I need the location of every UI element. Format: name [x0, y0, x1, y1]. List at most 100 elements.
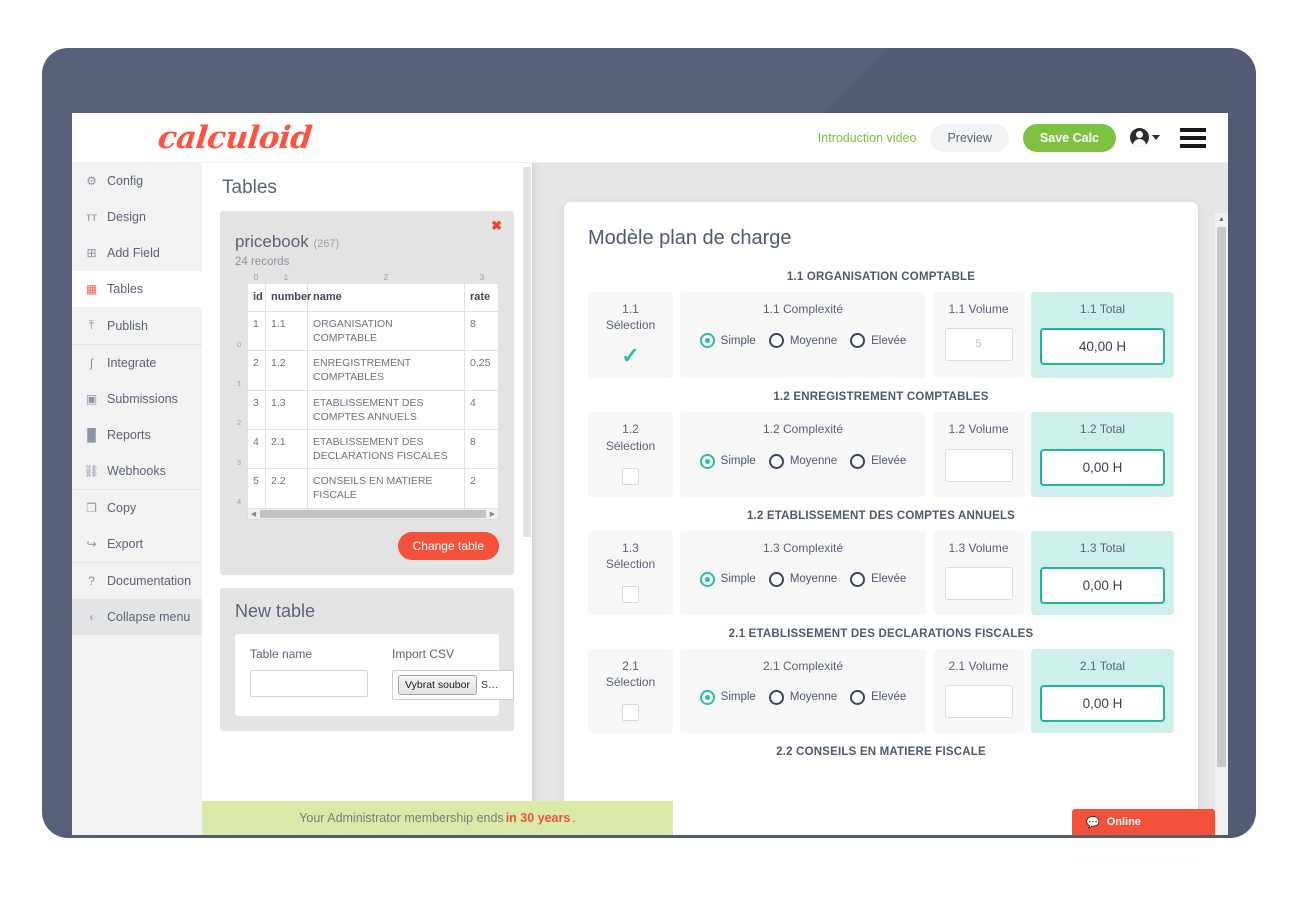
table-cell-name[interactable]: ETABLISSEMENT DES COMPTES ANNUELS: [307, 389, 465, 430]
radio-button-icon[interactable]: [850, 453, 866, 469]
scrollbar-thumb[interactable]: [1217, 227, 1226, 767]
radio-button-icon[interactable]: [850, 333, 866, 349]
choose-file-button[interactable]: Vybrat soubor: [398, 674, 477, 695]
table-cell-id[interactable]: 5: [247, 468, 266, 509]
table-name: pricebook (267): [235, 232, 499, 252]
table-cell-number[interactable]: 2.2: [265, 468, 308, 509]
radio-option-moyenne[interactable]: Moyenne: [768, 453, 837, 469]
sidebar-item-webhooks[interactable]: ⛓ Webhooks: [72, 453, 202, 490]
table-cell-rate[interactable]: 8: [464, 428, 499, 470]
scroll-left-icon[interactable]: ◀: [248, 510, 259, 518]
radio-option-elevée[interactable]: Elevée: [850, 453, 906, 469]
hamburger-menu-icon[interactable]: [1180, 127, 1206, 148]
radio-button-icon[interactable]: [768, 571, 784, 587]
table-cell-name[interactable]: ORGANISATION COMPTABLE: [307, 310, 465, 352]
table-cell-rate[interactable]: 4: [464, 389, 499, 430]
save-calc-button[interactable]: Save Calc: [1022, 123, 1116, 152]
table-row[interactable]: 1 1.1 ORGANISATION COMPTABLE 8: [247, 310, 499, 352]
table-cell-rate[interactable]: 2: [464, 468, 499, 509]
volume-input[interactable]: 5: [944, 328, 1013, 362]
table-cell-id[interactable]: 3: [247, 389, 266, 430]
chat-bubble-icon: 💬: [1086, 816, 1100, 829]
table-cell-id[interactable]: 2: [247, 350, 266, 391]
checkbox-input[interactable]: [622, 585, 639, 603]
sidebar-item-documentation[interactable]: ? Documentation: [72, 563, 202, 599]
sidebar-item-add-field[interactable]: ⊞ Add Field: [72, 235, 202, 271]
checkbox-input[interactable]: [622, 467, 639, 485]
radio-option-simple[interactable]: Simple: [699, 689, 756, 705]
table-row[interactable]: 5 2.2 CONSEILS EN MATIERE FISCALE 2: [247, 468, 499, 509]
table-cell-rate[interactable]: 8: [464, 310, 499, 352]
radio-option-elevée[interactable]: Elevée: [850, 689, 906, 705]
radio-option-elevée[interactable]: Elevée: [850, 333, 906, 349]
section-heading: 2.1 ETABLISSEMENT DES DECLARATIONS FISCA…: [728, 627, 1034, 640]
table-cell-name[interactable]: CONSEILS EN MATIERE FISCALE: [307, 468, 465, 509]
radio-label: Simple: [720, 573, 756, 586]
radio-option-moyenne[interactable]: Moyenne: [768, 689, 837, 705]
table-cell-name[interactable]: ENREGISTREMENT COMPTABLES: [307, 350, 465, 391]
sidebar-item-tables[interactable]: ▦ Tables: [72, 271, 202, 307]
preview-button[interactable]: Preview: [930, 123, 1009, 152]
scrollbar-thumb[interactable]: [523, 167, 531, 537]
volume-input[interactable]: [944, 566, 1013, 600]
sidebar-item-reports[interactable]: █ Reports: [72, 417, 202, 453]
table-cell-id[interactable]: 1: [247, 310, 266, 352]
table-cell-name[interactable]: ETABLISSEMENT DES DECLARATIONS FISCALES: [307, 428, 465, 470]
checkbox-input[interactable]: [622, 704, 639, 722]
table-cell-id[interactable]: 4: [247, 428, 266, 470]
scroll-right-icon[interactable]: ▶: [487, 510, 498, 518]
sidebar-item-submissions[interactable]: ▣ Submissions: [72, 381, 202, 417]
volume-input[interactable]: [944, 684, 1013, 718]
table-row[interactable]: 4 2.1 ETABLISSEMENT DES DECLARATIONS FISCA…: [247, 428, 499, 470]
sidebar-item-export[interactable]: ↪ Export: [72, 526, 202, 563]
table-name-input[interactable]: [250, 669, 368, 697]
table-cell-rate[interactable]: 0.25: [464, 350, 499, 391]
sidebar-item-publish[interactable]: ⤒ Publish: [72, 307, 202, 345]
sidebar-item-integrate[interactable]: ʃ Integrate: [72, 345, 202, 381]
radio-option-moyenne[interactable]: Moyenne: [768, 571, 837, 587]
table-row[interactable]: 2 1.2 ENREGISTREMENT COMPTABLES 0.25: [247, 350, 499, 391]
sidebar-item-copy[interactable]: ❐ Copy: [72, 490, 202, 526]
radio-button-icon[interactable]: [699, 571, 715, 587]
volume-input[interactable]: [944, 448, 1013, 482]
change-table-button[interactable]: Change table: [397, 531, 499, 560]
radio-button-icon[interactable]: [850, 571, 866, 587]
table-cell-number[interactable]: 1.3: [265, 389, 308, 430]
chat-widget[interactable]: 💬 Online: [1072, 809, 1215, 835]
radio-button-icon[interactable]: [699, 453, 715, 469]
selection-cell: 1.3 Sélection: [588, 530, 673, 615]
sidebar-item-design[interactable]: ᴛᴛ Design: [72, 199, 202, 235]
horizontal-scrollbar[interactable]: ◀ ▶: [247, 508, 499, 520]
radio-option-simple[interactable]: Simple: [699, 333, 756, 349]
table-cell-number[interactable]: 2.1: [265, 428, 308, 470]
radio-option-elevée[interactable]: Elevée: [850, 571, 906, 587]
radio-button-icon[interactable]: [850, 689, 866, 705]
scroll-up-icon[interactable]: ▲: [1215, 213, 1228, 226]
radio-button-icon[interactable]: [699, 689, 715, 705]
calculoid-logo[interactable]: calculoid: [156, 120, 313, 156]
table-cell-number[interactable]: 1.2: [265, 350, 308, 391]
window-vertical-scrollbar[interactable]: ▲ ▼: [1215, 213, 1228, 835]
section-heading: 1.2 ENREGISTREMENT COMPTABLES: [773, 391, 989, 404]
radio-button-icon[interactable]: [768, 453, 784, 469]
close-icon[interactable]: ✖: [491, 219, 502, 232]
checkmark-icon[interactable]: ✓: [621, 345, 639, 367]
user-menu[interactable]: [1130, 128, 1160, 147]
table-cell-number[interactable]: 1.1: [265, 310, 308, 352]
radio-option-simple[interactable]: Simple: [699, 453, 756, 469]
scrollbar-thumb[interactable]: [260, 509, 486, 518]
sidebar-item-config[interactable]: ⚙ Config: [72, 163, 202, 199]
webhooks-icon: ⛓: [83, 464, 100, 478]
radio-button-icon[interactable]: [768, 333, 784, 349]
radio-button-icon[interactable]: [699, 333, 715, 349]
radio-option-moyenne[interactable]: Moyenne: [768, 333, 837, 349]
sidebar-item-collapse-menu[interactable]: ‹ Collapse menu: [72, 599, 202, 635]
radio-option-simple[interactable]: Simple: [699, 571, 756, 587]
tables-panel-vertical-scrollbar[interactable]: [521, 163, 532, 835]
introduction-video-link[interactable]: Introduction video: [818, 131, 917, 145]
sidebar-item-label: Submissions: [107, 392, 178, 406]
file-input[interactable]: Vybrat soubor S…: [392, 669, 514, 700]
table-row[interactable]: 3 1.3 ETABLISSEMENT DES COMPTES ANNUELS 4: [247, 389, 499, 430]
radio-button-icon[interactable]: [768, 689, 784, 705]
new-table-card: New table Table name Import CSV Vybrat s…: [220, 587, 514, 731]
